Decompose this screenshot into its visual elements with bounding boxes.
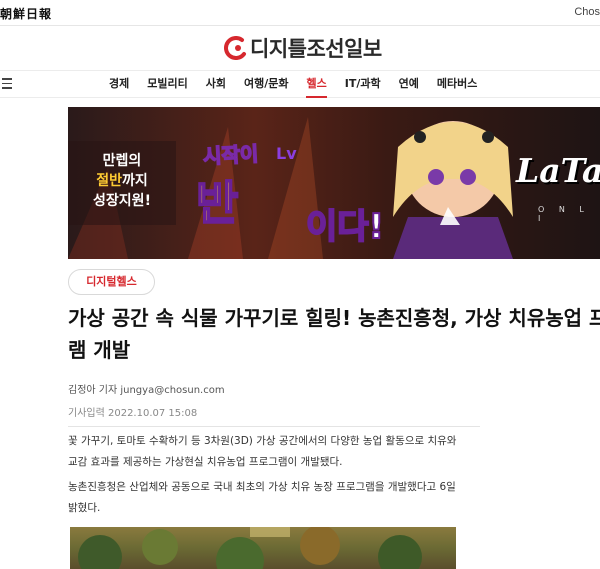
game-logo: LaTa	[516, 151, 600, 190]
top-bar: 朝鮮日報 Chos	[0, 0, 600, 26]
article-photo-art	[78, 527, 422, 569]
divider	[68, 426, 480, 427]
article-title-line2: 램 개발	[68, 338, 131, 362]
nav-item-mobility[interactable]: 모빌리티	[138, 71, 196, 97]
brand-header: 디지틀조선일보	[0, 26, 600, 68]
chosun-ilbo-logo[interactable]: 朝鮮日報	[0, 5, 52, 22]
nav-items: 경제 모빌리티 사회 여행/문화 헬스 IT/과학 연예 메타버스	[100, 71, 486, 98]
article-title-line1: 가상 공간 속 식물 가꾸기로 힐링! 농촌진흥청, 가상 치유농업 프	[68, 306, 600, 330]
article-paragraph-1: 꽃 가꾸기, 토마토 수확하기 등 3차원(3D) 가상 공간에서의 다양한 농…	[68, 435, 457, 468]
category-badge[interactable]: 디지털헬스	[68, 269, 155, 295]
nav-item-economy[interactable]: 경제	[100, 71, 138, 97]
brand-mark-icon	[224, 36, 246, 60]
nav-item-entertainment[interactable]: 연예	[390, 71, 428, 97]
article-title: 가상 공간 속 식물 가꾸기로 힐링! 농촌진흥청, 가상 치유농업 프 램 개…	[68, 302, 600, 366]
banner-slogan-big: 반	[195, 175, 239, 231]
nav-item-travel-culture[interactable]: 여행/문화	[235, 71, 298, 97]
article-dateline: 기사입력 2022.10.07 15:08	[68, 408, 198, 419]
nav-item-it-science[interactable]: IT/과학	[336, 71, 390, 97]
chosun-link[interactable]: Chos	[574, 6, 600, 18]
lv-badge-text: Lv	[276, 144, 297, 163]
brand-name: 디지틀조선일보	[250, 37, 382, 61]
banner-slogan-end: 이다!	[305, 206, 385, 248]
article-paragraph-2: 농촌진흥청은 산업체와 공동으로 국내 최초의 가상 치유 농장 프로그램을 개…	[68, 481, 456, 514]
ad-banner[interactable]: 만렙의 절반까지 성장지원! 시작이 Lv 반 이다! LaTa O N L I	[68, 107, 600, 259]
nav-item-health[interactable]: 헬스	[297, 71, 335, 98]
nav-item-society[interactable]: 사회	[197, 71, 235, 97]
game-logo-subtitle: O N L I	[538, 205, 590, 223]
hamburger-menu-icon[interactable]	[2, 78, 12, 90]
article-photo	[70, 527, 456, 569]
brand-logo[interactable]: 디지틀조선일보	[222, 36, 382, 61]
main-nav: 경제 모빌리티 사회 여행/문화 헬스 IT/과학 연예 메타버스	[0, 70, 600, 98]
article-byline: 김정아 기자 jungya@chosun.com	[68, 385, 225, 396]
nav-item-metaverse[interactable]: 메타버스	[428, 71, 486, 97]
